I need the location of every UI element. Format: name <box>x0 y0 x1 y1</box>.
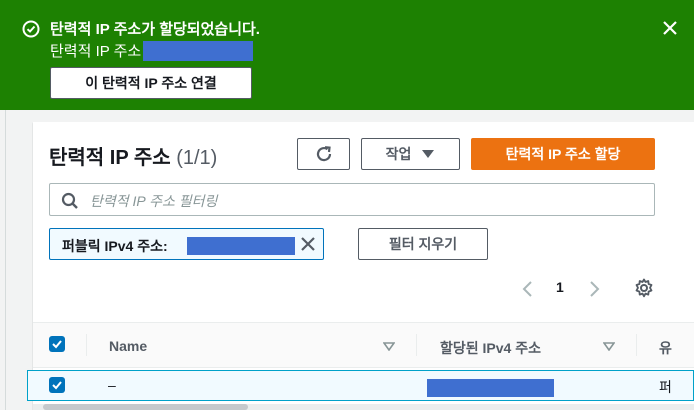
chevron-left-icon[interactable] <box>521 281 535 297</box>
close-icon[interactable] <box>660 18 680 38</box>
flashbar-title: 탄력적 IP 주소가 할당되었습니다. <box>50 21 260 38</box>
row-checkbox[interactable] <box>49 377 65 393</box>
gear-icon[interactable] <box>634 278 654 298</box>
clear-filters-button[interactable]: 필터 지우기 <box>358 228 488 260</box>
actions-label: 작업 <box>385 146 412 162</box>
selection-count: (1/1) <box>176 147 218 169</box>
left-divider <box>5 110 6 410</box>
flashbar-subtitle: 탄력적 IP 주소 <box>50 40 254 61</box>
table-row[interactable] <box>27 370 694 401</box>
page-title: 탄력적 IP 주소 (1/1) <box>49 141 217 170</box>
redacted-ip <box>187 237 295 255</box>
search-placeholder: 탄력적 IP 주소 필터링 <box>90 193 218 209</box>
select-all-checkbox[interactable] <box>49 336 65 352</box>
actions-dropdown[interactable]: 작업 <box>361 138 460 170</box>
sort-icon[interactable] <box>383 342 395 351</box>
column-divider <box>636 334 637 356</box>
remove-filter-icon[interactable] <box>300 236 316 252</box>
page-title-text: 탄력적 IP 주소 <box>49 147 171 169</box>
redacted-ip <box>143 40 254 61</box>
check-circle-icon <box>22 20 40 38</box>
search-input[interactable]: 탄력적 IP 주소 필터링 <box>49 183 655 216</box>
row-type: 퍼 <box>659 379 672 395</box>
search-icon <box>61 192 78 209</box>
column-header-name[interactable]: Name <box>109 338 147 354</box>
checkmark-icon <box>52 340 62 349</box>
column-divider <box>86 334 87 356</box>
refresh-button[interactable] <box>297 138 350 170</box>
column-divider <box>416 334 417 356</box>
row-name: – <box>108 377 116 393</box>
sort-icon[interactable] <box>603 342 615 351</box>
checkmark-icon <box>52 381 62 390</box>
success-flashbar: 탄력적 IP 주소가 할당되었습니다. 탄력적 IP 주소 이 탄력적 IP 주… <box>0 0 694 110</box>
current-page[interactable]: 1 <box>556 279 564 295</box>
filter-token[interactable]: 퍼블릭 IPv4 주소: <box>49 228 324 260</box>
refresh-icon <box>316 146 331 162</box>
caret-down-icon <box>422 150 435 158</box>
allocate-eip-button[interactable]: 탄력적 IP 주소 할당 <box>471 138 655 170</box>
redacted-ip <box>427 379 554 397</box>
filter-token-label: 퍼블릭 IPv4 주소: <box>62 238 168 254</box>
horizontal-scrollbar[interactable] <box>33 404 694 410</box>
column-header-type[interactable]: 유 <box>659 338 672 358</box>
column-header-ipv4[interactable]: 할당된 IPv4 주소 <box>440 338 541 358</box>
scrollbar-thumb[interactable] <box>43 404 248 410</box>
chevron-right-icon[interactable] <box>587 281 601 297</box>
flashbar-subtitle-text: 탄력적 IP 주소 <box>50 43 142 60</box>
associate-eip-button[interactable]: 이 탄력적 IP 주소 연결 <box>50 67 252 99</box>
